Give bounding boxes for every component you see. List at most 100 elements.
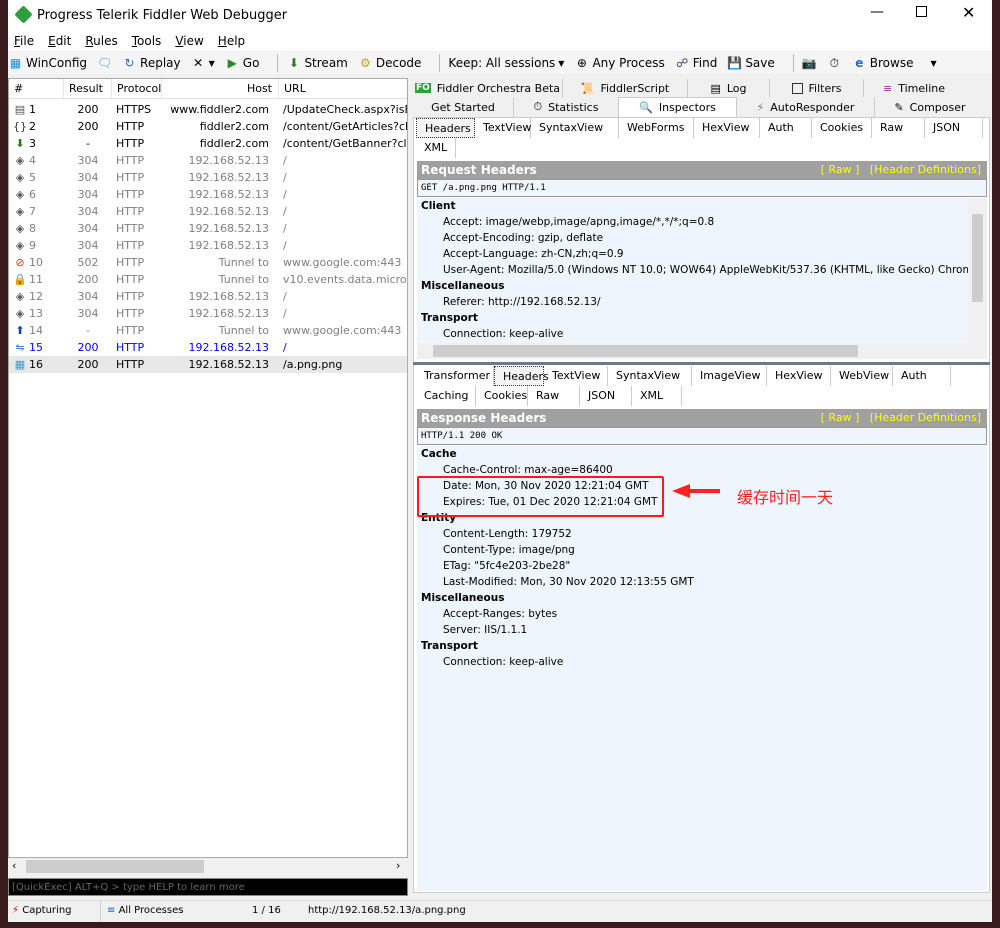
request-raw-link[interactable]: [ Raw ] bbox=[821, 163, 860, 176]
screenshot-button[interactable]: 📷 bbox=[802, 56, 817, 71]
sessions-horizontal-scrollbar[interactable]: ‹ › bbox=[8, 858, 408, 875]
header-group[interactable]: Cache bbox=[417, 446, 987, 462]
response-header-definitions-link[interactable]: [Header Definitions] bbox=[870, 411, 981, 424]
request-tab-syntaxview[interactable]: SyntaxView bbox=[531, 118, 619, 138]
menu-file[interactable]: File bbox=[14, 32, 34, 51]
header-item[interactable]: User-Agent: Mozilla/5.0 (Windows NT 10.0… bbox=[417, 262, 968, 278]
col-url[interactable]: URL bbox=[279, 79, 407, 98]
remove-button[interactable]: ✕ ▼ bbox=[191, 56, 215, 71]
tab-filters[interactable]: Filters bbox=[770, 79, 864, 97]
tab-fiddlerscript[interactable]: 📜 FiddlerScript bbox=[563, 79, 688, 97]
response-tab-textview[interactable]: TextView bbox=[544, 366, 608, 386]
replay-button[interactable]: ↻ Replay bbox=[122, 56, 181, 71]
request-tab-hexview[interactable]: HexView bbox=[694, 118, 760, 138]
browse-button[interactable]: e Browse ▼ bbox=[852, 56, 936, 71]
session-row[interactable]: ▤ 1 200 HTTPS www.fiddler2.com/UpdateCheck.a… bbox=[9, 101, 407, 118]
maximize-button[interactable] bbox=[916, 6, 927, 17]
keep-sessions-dropdown[interactable]: Keep: All sessions ▼ bbox=[448, 56, 564, 70]
response-tab-caching[interactable]: Caching bbox=[416, 386, 476, 406]
tab-statistics[interactable]: ⏱ Statistics bbox=[514, 97, 619, 117]
request-tab-xml[interactable]: XML bbox=[416, 138, 456, 158]
col-id[interactable]: # bbox=[9, 79, 64, 98]
response-tab-auth[interactable]: Auth bbox=[893, 366, 951, 386]
close-button[interactable]: ✕ bbox=[962, 3, 975, 22]
header-group[interactable]: Transport bbox=[417, 310, 968, 326]
menu-rules[interactable]: Rules bbox=[85, 32, 117, 51]
menu-help[interactable]: Help bbox=[218, 32, 245, 51]
session-row[interactable]: ◈ 7 304 HTTP 192.168.52.13 / bbox=[9, 203, 407, 220]
scroll-thumb[interactable] bbox=[972, 214, 983, 302]
find-button[interactable]: ☍ Find bbox=[675, 56, 717, 71]
header-item[interactable]: Accept-Encoding: gzip, deflate bbox=[417, 230, 968, 246]
tab-fiddler-orchestra[interactable]: FO Fiddler Orchestra Beta bbox=[413, 79, 563, 97]
process-filter[interactable]: ≡ All Processes bbox=[100, 901, 183, 921]
timer-button[interactable]: ⏱ bbox=[827, 56, 842, 71]
response-raw-link[interactable]: [ Raw ] bbox=[821, 411, 860, 424]
col-host[interactable]: Host bbox=[162, 79, 279, 98]
minimize-button[interactable]: — bbox=[870, 4, 884, 20]
scroll-left-icon[interactable]: ‹ bbox=[12, 859, 16, 872]
session-row[interactable]: ◈ 6 304 HTTP 192.168.52.13 / bbox=[9, 186, 407, 203]
splitter[interactable] bbox=[413, 362, 990, 365]
menu-view[interactable]: View bbox=[175, 32, 203, 51]
scroll-thumb[interactable] bbox=[433, 345, 858, 357]
header-item[interactable]: Accept-Language: zh-CN,zh;q=0.9 bbox=[417, 246, 968, 262]
winconfig-button[interactable]: ▦ WinConfig bbox=[8, 56, 87, 71]
request-tab-json[interactable]: JSON bbox=[925, 118, 983, 138]
scroll-thumb[interactable] bbox=[26, 860, 204, 873]
session-row[interactable]: ◈ 13 304 HTTP 192.168.52.13 / bbox=[9, 305, 407, 322]
session-row[interactable]: ⇋ 15 200 HTTP 192.168.52.13 / bbox=[9, 339, 407, 356]
save-button[interactable]: 💾 Save bbox=[727, 56, 774, 71]
session-row[interactable]: {} 2 200 HTTP fiddler2.com/content/GetArticl… bbox=[9, 118, 407, 135]
session-row[interactable]: ◈ 9 304 HTTP 192.168.52.13 / bbox=[9, 237, 407, 254]
request-horizontal-scrollbar[interactable] bbox=[417, 343, 987, 359]
request-tab-raw[interactable]: Raw bbox=[872, 118, 925, 138]
header-item[interactable]: Accept-Ranges: bytes bbox=[417, 606, 987, 622]
col-protocol[interactable]: Protocol bbox=[112, 79, 162, 98]
response-tab-raw[interactable]: Raw bbox=[528, 386, 580, 406]
quickexec-input[interactable]: [QuickExec] ALT+Q > type HELP to learn m… bbox=[8, 878, 408, 896]
session-row[interactable]: ◈ 8 304 HTTP 192.168.52.13 / bbox=[9, 220, 407, 237]
response-tab-cookies[interactable]: Cookies bbox=[476, 386, 528, 406]
decode-button[interactable]: ⚙ Decode bbox=[358, 56, 421, 71]
header-item[interactable]: Connection: keep-alive bbox=[417, 654, 987, 670]
session-row[interactable]: ⬇ 3 - HTTP fiddler2.com/content/GetBanner?cl… bbox=[9, 135, 407, 152]
header-item[interactable]: Accept: image/webp,image/apng,image/*,*/… bbox=[417, 214, 968, 230]
request-tab-textview[interactable]: TextView bbox=[475, 118, 531, 138]
header-item[interactable]: Server: IIS/1.1.1 bbox=[417, 622, 987, 638]
stream-button[interactable]: ⬇ Stream bbox=[286, 56, 348, 71]
tab-autoresponder[interactable]: ⚡ AutoResponder bbox=[737, 97, 875, 117]
tab-composer[interactable]: ✎ Composer bbox=[875, 97, 985, 117]
request-vertical-scrollbar[interactable] bbox=[968, 198, 987, 343]
request-tab-headers[interactable]: Headers bbox=[416, 118, 475, 138]
menu-tools[interactable]: Tools bbox=[132, 32, 162, 51]
tab-log[interactable]: ▤ Log bbox=[688, 79, 770, 97]
request-header-definitions-link[interactable]: [Header Definitions] bbox=[870, 163, 981, 176]
header-item[interactable]: Content-Type: image/png bbox=[417, 542, 987, 558]
tab-inspectors[interactable]: 🔍 Inspectors bbox=[619, 97, 737, 117]
header-item[interactable]: Content-Length: 179752 bbox=[417, 526, 987, 542]
session-row[interactable]: ⊘ 10 502 HTTP Tunnel to www.google.com:443 bbox=[9, 254, 407, 271]
tab-get-started[interactable]: Get Started bbox=[413, 97, 514, 117]
header-item[interactable]: Last-Modified: Mon, 30 Nov 2020 12:13:55… bbox=[417, 574, 987, 590]
header-group[interactable]: Miscellaneous bbox=[417, 278, 968, 294]
header-group[interactable]: Client bbox=[417, 198, 968, 214]
response-tab-transformer[interactable]: Transformer bbox=[416, 366, 494, 386]
capturing-toggle[interactable]: ⚡ Capturing bbox=[12, 901, 72, 921]
comment-button[interactable]: 🗨 bbox=[97, 56, 112, 71]
response-tab-webview[interactable]: WebView bbox=[831, 366, 893, 386]
response-tab-imageview[interactable]: ImageView bbox=[692, 366, 767, 386]
session-row[interactable]: ⬆ 14 - HTTP Tunnel to www.google.com:443 bbox=[9, 322, 407, 339]
request-tab-cookies[interactable]: Cookies bbox=[812, 118, 872, 138]
header-item[interactable]: Connection: keep-alive bbox=[417, 326, 968, 342]
go-button[interactable]: ▶ Go bbox=[225, 56, 260, 71]
response-tab-headers[interactable]: Headers bbox=[494, 366, 549, 386]
header-group[interactable]: Miscellaneous bbox=[417, 590, 987, 606]
any-process-button[interactable]: ⊕ Any Process bbox=[574, 56, 665, 71]
header-item[interactable]: Referer: http://192.168.52.13/ bbox=[417, 294, 968, 310]
header-group[interactable]: Transport bbox=[417, 638, 987, 654]
request-tab-auth[interactable]: Auth bbox=[760, 118, 812, 138]
tab-timeline[interactable]: ≡ Timeline bbox=[864, 79, 964, 97]
response-tab-xml[interactable]: XML bbox=[632, 386, 682, 406]
response-tab-syntaxview[interactable]: SyntaxView bbox=[608, 366, 692, 386]
